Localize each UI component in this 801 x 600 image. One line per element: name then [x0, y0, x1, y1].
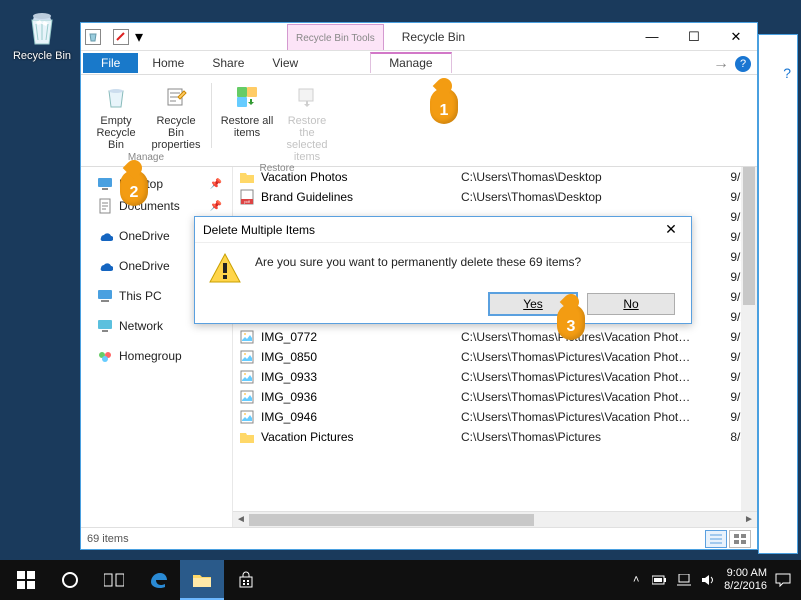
table-row[interactable]: Vacation PicturesC:\Users\Thomas\Picture…: [233, 427, 757, 447]
store-button[interactable]: [224, 560, 268, 600]
maximize-button[interactable]: ☐: [673, 23, 715, 51]
no-button[interactable]: No: [587, 293, 675, 315]
table-row[interactable]: Vacation PhotosC:\Users\Thomas\Desktop9/…: [233, 167, 757, 187]
help-icon: ?: [783, 65, 791, 81]
details-view-button[interactable]: [705, 530, 727, 548]
tab-view[interactable]: View: [258, 53, 312, 73]
table-row[interactable]: IMG_0850C:\Users\Thomas\Pictures\Vacatio…: [233, 347, 757, 367]
warning-icon: [207, 251, 243, 287]
nav-item-documents[interactable]: Documents📌: [85, 195, 228, 217]
ribbon-group-restore: Restore all items Restore the selected i…: [218, 79, 336, 166]
thispc-icon: [97, 288, 113, 304]
desktop-recycle-bin[interactable]: Recycle Bin: [10, 8, 74, 62]
recycle-bin-icon: [22, 8, 62, 48]
restore-all-items-button[interactable]: Restore all items: [218, 79, 276, 163]
close-button[interactable]: ✕: [715, 23, 757, 51]
properties-icon: [149, 81, 203, 113]
titlebar: ▾ Recycle Bin Tools Recycle Bin ― ☐ ✕: [81, 23, 757, 51]
network-icon: [97, 318, 113, 334]
table-row[interactable]: pdfBrand GuidelinesC:\Users\Thomas\Deskt…: [233, 187, 757, 207]
callout-badge-1: 1: [430, 88, 458, 124]
tab-home[interactable]: Home: [138, 53, 198, 73]
tab-file[interactable]: File: [83, 53, 138, 73]
menubar: File Home Share View Manage → ?: [81, 51, 757, 75]
pin-icon: 📌: [210, 179, 222, 190]
window-title: Recycle Bin: [402, 30, 465, 44]
dialog-title: Delete Multiple Items: [203, 223, 315, 237]
qat-dropdown-icon[interactable]: ▾: [131, 29, 147, 45]
image-icon: [239, 389, 255, 405]
delete-confirm-dialog: Delete Multiple Items ✕ Are you sure you…: [194, 216, 692, 324]
folder-icon: [239, 169, 255, 185]
item-count-label: 69 items: [87, 533, 129, 545]
edge-button[interactable]: [136, 560, 180, 600]
recycle-bin-icon: [89, 81, 143, 113]
table-row[interactable]: IMG_0936C:\Users\Thomas\Pictures\Vacatio…: [233, 387, 757, 407]
image-icon: [239, 349, 255, 365]
dialog-message: Are you sure you want to permanently del…: [255, 251, 581, 287]
pin-icon: 📌: [210, 201, 222, 212]
horizontal-scrollbar[interactable]: ◄►: [233, 511, 757, 527]
restore-selected-icon: [280, 81, 334, 113]
desktop-icon-label: Recycle Bin: [10, 50, 74, 62]
documents-icon: [97, 198, 113, 214]
ribbon-group-manage: Empty Recycle Bin Recycle Bin properties…: [87, 79, 205, 166]
callout-badge-3: 3: [557, 304, 585, 340]
task-view-button[interactable]: [92, 560, 136, 600]
pdf-icon: pdf: [239, 189, 255, 205]
background-window: ?: [758, 34, 798, 554]
restore-selected-items-button: Restore the selected items: [278, 79, 336, 163]
tab-manage[interactable]: Manage: [370, 52, 451, 73]
svg-text:pdf: pdf: [244, 199, 250, 204]
tray-up-icon[interactable]: ˄: [628, 572, 644, 588]
nav-item-homegroup[interactable]: Homegroup: [85, 345, 228, 367]
empty-recycle-bin-button[interactable]: Empty Recycle Bin: [87, 79, 145, 151]
start-button[interactable]: [4, 560, 48, 600]
table-row[interactable]: IMG_0933C:\Users\Thomas\Pictures\Vacatio…: [233, 367, 757, 387]
callout-badge-2: 2: [120, 170, 148, 206]
homegroup-icon: [97, 348, 113, 364]
nav-item-desktop[interactable]: Desktop📌: [85, 173, 228, 195]
restore-all-icon: [220, 81, 274, 113]
icons-view-button[interactable]: [729, 530, 751, 548]
image-icon: [239, 329, 255, 345]
action-center-icon[interactable]: [775, 572, 791, 588]
desktop-icon: [97, 176, 113, 192]
qat-recycle-bin-icon[interactable]: [85, 29, 101, 45]
tab-share[interactable]: Share: [198, 53, 258, 73]
image-icon: [239, 369, 255, 385]
recycle-bin-properties-button[interactable]: Recycle Bin properties: [147, 79, 205, 151]
qat-properties-icon[interactable]: [113, 29, 129, 45]
volume-icon[interactable]: [700, 572, 716, 588]
battery-icon[interactable]: [652, 572, 668, 588]
image-icon: [239, 409, 255, 425]
taskbar: ˄ 9:00 AM 8/2/2016: [0, 560, 801, 600]
table-row[interactable]: IMG_0946C:\Users\Thomas\Pictures\Vacatio…: [233, 407, 757, 427]
table-row[interactable]: IMG_0772C:\Users\Thomas\Pictures\Vacatio…: [233, 327, 757, 347]
network-icon[interactable]: [676, 572, 692, 588]
minimize-button[interactable]: ―: [631, 23, 673, 51]
ribbon-pin-icon[interactable]: →: [713, 55, 729, 73]
cortana-button[interactable]: [48, 560, 92, 600]
context-tab-recycle-bin-tools[interactable]: Recycle Bin Tools: [287, 24, 384, 50]
clock[interactable]: 9:00 AM 8/2/2016: [724, 567, 767, 593]
onedrive-blue-icon: [97, 228, 113, 244]
file-explorer-button[interactable]: [180, 560, 224, 600]
ribbon: Empty Recycle Bin Recycle Bin properties…: [81, 75, 757, 167]
folder-icon: [239, 429, 255, 445]
vertical-scrollbar[interactable]: [741, 167, 757, 511]
help-icon[interactable]: ?: [735, 56, 751, 72]
onedrive-blue-icon: [97, 258, 113, 274]
dialog-close-button[interactable]: ✕: [659, 221, 683, 238]
status-bar: 69 items: [81, 527, 757, 549]
